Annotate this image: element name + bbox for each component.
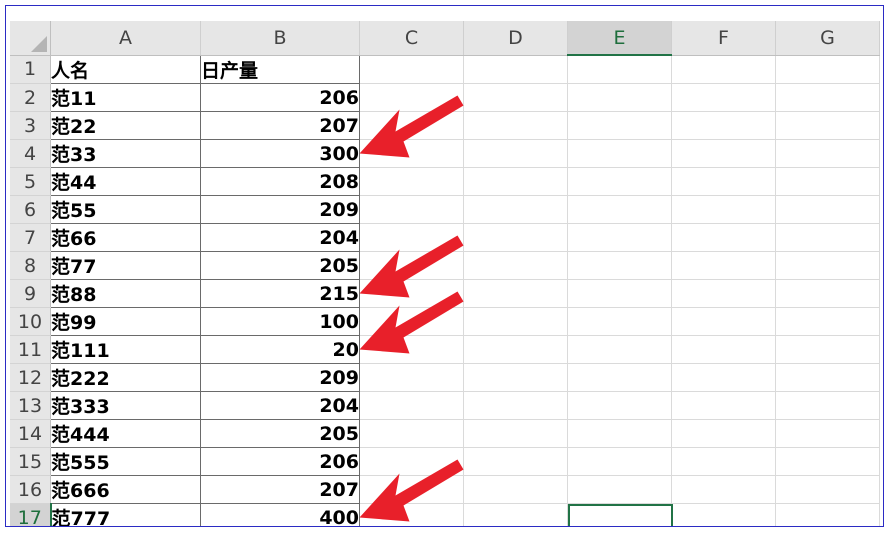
red-arrow-annotation-9 <box>359 235 464 298</box>
red-arrow-annotation-11 <box>359 291 464 354</box>
red-arrow-annotation-4 <box>359 95 464 158</box>
annotation-layer <box>359 95 464 522</box>
red-arrow-annotation-17 <box>359 459 464 522</box>
